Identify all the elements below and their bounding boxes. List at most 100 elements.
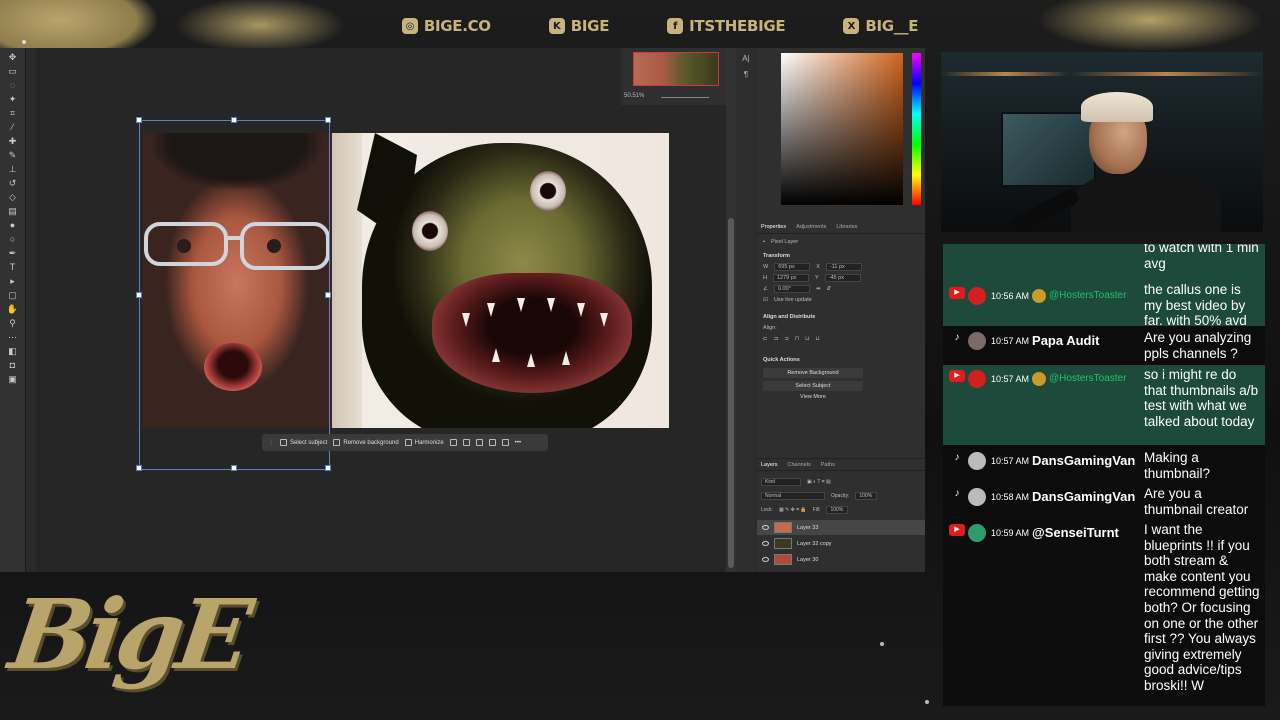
gradient-tool-icon[interactable]: ▤ [7,206,19,216]
flip-horizontal-icon[interactable]: ⇹ [816,286,821,292]
mask-icon[interactable] [449,439,457,446]
hue-slider[interactable] [912,53,921,205]
transform-section-label[interactable]: Transform [763,253,790,259]
checkbox-icon[interactable]: ☑ [763,297,768,303]
brush-tool-icon[interactable]: ✎ [7,150,19,160]
fill-field[interactable]: 100% [826,505,849,514]
align-center-icon[interactable]: ⊐ [774,336,779,342]
align-middle-icon[interactable]: ⊔ [805,336,809,342]
layer-row[interactable]: Layer 33 [757,520,925,535]
view-more-button[interactable]: View More [763,394,863,400]
chat-message: ▶ 10:56 AM @HostersToaster the callus on… [943,279,1265,328]
color-swatches-icon[interactable]: ◧ [7,346,19,356]
more-tools-icon[interactable]: ⋯ [7,332,19,342]
image-icon [333,439,341,446]
transform-icon[interactable] [462,439,470,446]
layer-row[interactable]: Layer 32 copy [757,536,925,551]
transform-handle[interactable] [325,292,331,298]
tab-channels[interactable]: Channels [788,462,811,468]
align-left-icon[interactable]: ⊏ [763,336,768,342]
select-subject-action-button[interactable]: Select Subject [763,381,863,391]
move-tool-icon[interactable]: ✥ [7,52,19,62]
opacity-field[interactable]: 100% [855,491,878,500]
transform-handle[interactable] [231,117,237,123]
transform-handle[interactable] [136,117,142,123]
pen-tool-icon[interactable]: ✒ [7,248,19,258]
quick-mask-icon[interactable]: ◘ [7,360,19,370]
stamp-tool-icon[interactable]: ⊥ [7,164,19,174]
shape-tool-icon[interactable]: ▢ [7,290,19,300]
eye-icon[interactable] [762,525,769,530]
navigator-zoom-slider[interactable] [661,97,709,98]
path-select-icon[interactable]: ▸ [7,276,19,286]
layer-kind-filter[interactable]: Kind [761,477,801,486]
transform-handle[interactable] [325,465,331,471]
tab-paths[interactable]: Paths [821,462,835,468]
transform-handle[interactable] [136,292,142,298]
history-brush-icon[interactable]: ↺ [7,178,19,188]
align-section-label[interactable]: Align and Distribute [763,314,815,320]
angle-field[interactable]: 0.00° [773,284,810,293]
member-badge-icon [1032,289,1047,303]
lasso-tool-icon[interactable]: ◌ [7,80,19,90]
tab-properties[interactable]: Properties [761,224,786,230]
transform-handle[interactable] [231,465,237,471]
blur-tool-icon[interactable]: ● [7,220,19,230]
blend-mode-select[interactable]: Normal [761,491,825,500]
quick-actions-label[interactable]: Quick Actions [763,357,800,363]
character-panel-icon[interactable]: A| [741,54,751,64]
tab-adjustments[interactable]: Adjustments [796,224,826,230]
chat-message-text: Making a thumbnail? [1144,450,1211,481]
navigator-thumbnail[interactable] [633,52,719,86]
paragraph-panel-icon[interactable]: ¶ [741,70,751,80]
eraser-tool-icon[interactable]: ◇ [7,192,19,202]
transform-handle[interactable] [136,465,142,471]
screen-mode-icon[interactable]: ▣ [7,374,19,384]
right-panels: Properties Adjustments Libraries ▪ Pixel… [757,48,925,572]
zoom-tool-icon[interactable]: ⚲ [7,318,19,328]
eye-icon[interactable] [762,557,769,562]
crop-tool-icon[interactable]: ⌗ [7,108,19,118]
lock-icons[interactable]: ▦ ✎ ✥ ⌗ 🔒 [779,507,807,513]
type-tool-icon[interactable]: T [7,262,19,272]
transform-handle[interactable] [325,117,331,123]
x-field[interactable]: -11 px [825,262,862,271]
align-bottom-icon[interactable]: ⊔ [815,336,819,342]
tab-layers[interactable]: Layers [761,462,778,468]
tab-libraries[interactable]: Libraries [836,224,857,230]
select-subject-button[interactable]: Select subject [280,439,327,446]
flip-vertical-icon[interactable]: ⇵ [827,286,832,292]
healing-brush-icon[interactable]: ✚ [7,136,19,146]
eye-icon[interactable] [762,541,769,546]
width-field[interactable]: 695 px [774,262,811,271]
chat-timestamp: 10:57 AM [991,336,1030,346]
y-field[interactable]: -45 px [824,273,861,282]
align-top-icon[interactable]: ⊓ [795,336,799,342]
filter-icons[interactable]: ▣ ◐ T ⌗ ▤ [807,479,831,485]
align-right-icon[interactable]: ⊐ [784,336,789,342]
drag-grip-icon[interactable]: ⋮ [268,439,274,446]
remove-background-button[interactable]: Remove background [333,439,399,446]
more-options-button[interactable]: ••• [515,440,521,446]
canvas-scrollbar[interactable] [726,48,736,572]
layer-row[interactable]: Layer 30 [757,552,925,567]
social-facebook: f ITSTHEBIGE [667,17,786,35]
transform-bounding-box[interactable] [136,117,331,471]
magic-wand-icon[interactable]: ✦ [7,94,19,104]
remove-background-action-button[interactable]: Remove Background [763,368,863,378]
color-picker-field[interactable] [781,53,903,205]
fill-icon[interactable] [488,439,496,446]
chat-username: DansGamingVan [1032,453,1136,468]
harmonize-button[interactable]: Harmonize [404,439,444,446]
tools-toolbar: ✥ ▭ ◌ ✦ ⌗ ⁄ ✚ ✎ ⊥ ↺ ◇ ▤ ● ○ ✒ T ▸ ▢ ✋ ⚲ … [0,48,26,572]
height-field[interactable]: 1279 px [772,273,809,282]
opacity-label: Opacity: [831,492,850,499]
hand-tool-icon[interactable]: ✋ [7,304,19,314]
new-layer-icon[interactable] [501,439,509,446]
youtube-icon: ▶ [949,287,965,299]
adjustment-icon[interactable] [475,439,483,446]
marquee-tool-icon[interactable]: ▭ [7,66,19,76]
navigator-zoom-value[interactable]: 50.51% [624,93,644,99]
eyedropper-icon[interactable]: ⁄ [7,122,19,132]
dodge-tool-icon[interactable]: ○ [7,234,19,244]
